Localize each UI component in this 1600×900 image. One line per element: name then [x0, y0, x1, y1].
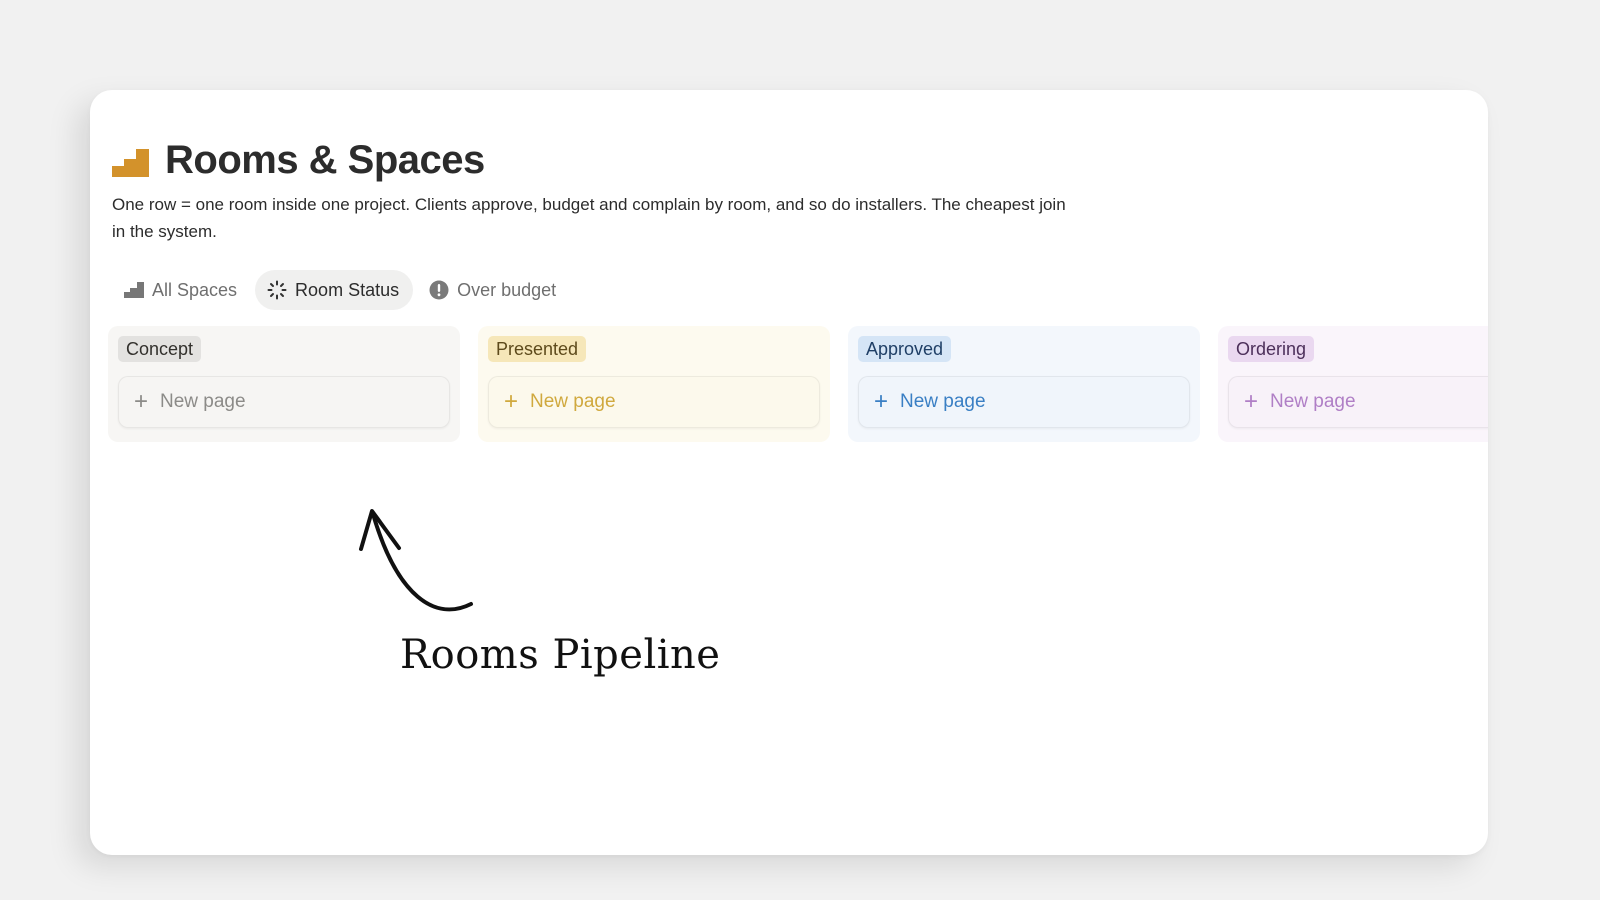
tab-all-spaces[interactable]: All Spaces: [112, 270, 251, 310]
title-row: Rooms & Spaces: [112, 138, 1072, 183]
plus-icon: +: [503, 388, 518, 415]
new-page-label: New page: [1270, 391, 1356, 412]
stairs-icon: [112, 148, 149, 177]
status-badge[interactable]: Presented: [488, 336, 587, 362]
board-column-ordering: Ordering + New page: [1218, 326, 1488, 442]
status-badge[interactable]: Concept: [118, 336, 202, 362]
page-header: Rooms & Spaces One row = one room inside…: [112, 138, 1072, 245]
new-page-label: New page: [160, 391, 246, 412]
status-badge[interactable]: Approved: [858, 336, 952, 362]
database-page: Rooms & Spaces One row = one room inside…: [90, 90, 1488, 855]
new-page-button[interactable]: + New page: [118, 376, 450, 428]
tab-label: Over budget: [457, 279, 557, 300]
page-title: Rooms & Spaces: [165, 138, 485, 182]
plus-icon: +: [1243, 388, 1258, 415]
plus-icon: +: [873, 388, 888, 415]
new-page-label: New page: [900, 391, 986, 412]
status-badge[interactable]: Ordering: [1228, 336, 1315, 362]
annotation-label: Rooms Pipeline: [400, 632, 721, 678]
plus-icon: +: [133, 388, 148, 415]
tab-label: Room Status: [295, 279, 400, 300]
board-view: Concept + New page Presented + New page …: [108, 326, 1488, 442]
tab-room-status[interactable]: Room Status: [255, 270, 414, 310]
new-page-button[interactable]: + New page: [858, 376, 1190, 428]
alert-icon: [429, 280, 449, 300]
new-page-button[interactable]: + New page: [488, 376, 820, 428]
curved-arrow-icon: [359, 509, 473, 612]
stairs-icon: [124, 282, 144, 298]
view-tabs: All Spaces Room Status Over budget: [112, 270, 570, 310]
board-column-presented: Presented + New page: [478, 326, 830, 442]
board-column-concept: Concept + New page: [108, 326, 460, 442]
page-description: One row = one room inside one project. C…: [112, 195, 1066, 241]
board-column-approved: Approved + New page: [848, 326, 1200, 442]
tab-label: All Spaces: [152, 279, 238, 300]
tab-over-budget[interactable]: Over budget: [417, 270, 570, 310]
new-page-button[interactable]: + New page: [1228, 376, 1488, 428]
new-page-label: New page: [530, 391, 616, 412]
loading-icon: [267, 280, 287, 300]
